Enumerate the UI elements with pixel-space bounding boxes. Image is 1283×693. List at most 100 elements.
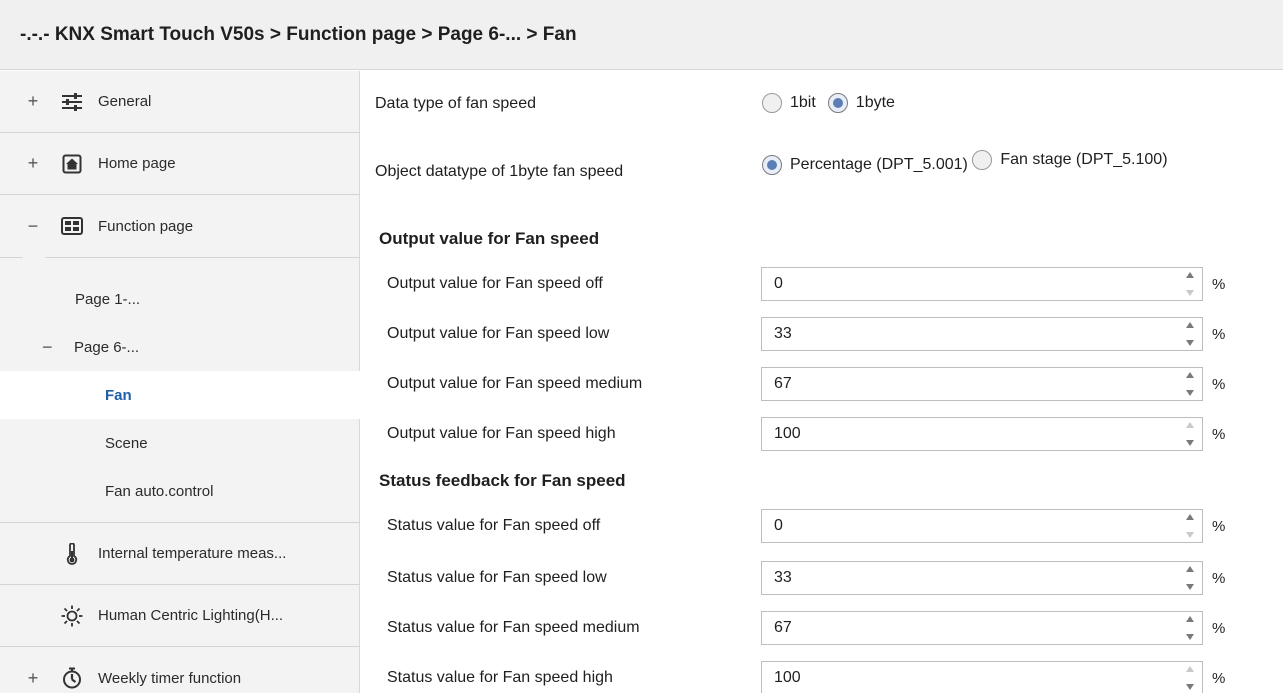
unit-label: %	[1212, 426, 1226, 443]
sidebar-item-label: Human Centric Lighting(H...	[98, 607, 284, 624]
timer-icon	[60, 667, 84, 689]
unit-label: %	[1212, 276, 1226, 293]
unit-label: %	[1212, 670, 1226, 687]
output-medium-label: Output value for Fan speed medium	[387, 375, 643, 392]
spinner-down-icon[interactable]	[1186, 440, 1194, 446]
status-medium-field[interactable]: 67	[761, 611, 1203, 645]
sidebar-item-function-page[interactable]: − Function page	[0, 195, 360, 257]
spinner-up-icon[interactable]	[1186, 272, 1194, 278]
sidebar-item-human-centric-lighting[interactable]: Human Centric Lighting(H...	[0, 585, 360, 647]
sidebar-subitem-page-1[interactable]: Page 1-...	[0, 275, 360, 323]
collapse-icon[interactable]: −	[42, 337, 62, 358]
spinner-up-icon[interactable]	[1186, 322, 1194, 328]
spinner[interactable]	[1184, 514, 1196, 538]
output-off-label: Output value for Fan speed off	[387, 275, 603, 292]
field-value: 100	[774, 669, 801, 686]
object-datatype-label: Object datatype of 1byte fan speed	[375, 163, 624, 180]
sidebar-subitem-label: Fan auto.control	[105, 482, 214, 500]
radio-label: Percentage (DPT_5.001)	[790, 156, 968, 173]
status-off-label: Status value for Fan speed off	[387, 517, 601, 534]
spinner-down-icon[interactable]	[1186, 290, 1194, 296]
field-value: 100	[774, 425, 801, 442]
field-value: 0	[774, 517, 783, 534]
sidebar: + General + Home page − Function page Pa…	[0, 71, 362, 693]
expand-icon[interactable]: +	[22, 91, 44, 112]
spinner[interactable]	[1184, 422, 1196, 446]
radio-fan-stage[interactable]: Fan stage (DPT_5.100)	[972, 147, 1168, 173]
spinner-up-icon[interactable]	[1186, 372, 1194, 378]
sidebar-item-weekly-timer[interactable]: + Weekly timer function	[0, 647, 360, 693]
output-medium-field[interactable]: 67	[761, 367, 1203, 401]
output-low-label: Output value for Fan speed low	[387, 325, 610, 342]
grid-icon	[60, 215, 84, 237]
home-icon	[60, 153, 84, 175]
unit-label: %	[1212, 620, 1226, 637]
radio-circle	[762, 155, 782, 175]
radio-label: Fan stage (DPT_5.100)	[1000, 151, 1168, 168]
spinner[interactable]	[1184, 666, 1196, 690]
radio-1bit[interactable]: 1bit	[762, 93, 816, 113]
spinner-down-icon[interactable]	[1186, 390, 1194, 396]
spinner[interactable]	[1184, 616, 1196, 640]
sidebar-subitem-page-6[interactable]: − Page 6-...	[0, 323, 360, 371]
sidebar-subitem-label: Page 1-...	[75, 290, 141, 308]
sliders-icon	[60, 91, 84, 113]
sidebar-subitem-scene[interactable]: Scene	[0, 419, 360, 467]
sidebar-subitem-label: Fan	[105, 386, 132, 404]
status-off-field[interactable]: 0	[761, 509, 1203, 543]
radio-1byte[interactable]: 1byte	[827, 93, 895, 113]
data-type-label: Data type of fan speed	[375, 95, 536, 112]
collapse-icon[interactable]: −	[22, 216, 44, 237]
sidebar-subitem-fan[interactable]: Fan	[0, 371, 362, 419]
output-off-field[interactable]: 0	[761, 267, 1203, 301]
field-value: 0	[774, 275, 783, 292]
status-low-field[interactable]: 33	[761, 561, 1203, 595]
spinner-down-icon[interactable]	[1186, 684, 1194, 690]
sidebar-item-home-page[interactable]: + Home page	[0, 133, 360, 195]
sidebar-item-label: Function page	[98, 217, 194, 235]
status-high-field[interactable]: 100	[761, 661, 1203, 693]
sidebar-item-general[interactable]: + General	[0, 71, 360, 133]
sidebar-item-internal-temperature[interactable]: Internal temperature meas...	[0, 523, 360, 585]
data-type-radio-group: 1bit 1byte	[762, 93, 895, 113]
spinner-up-icon[interactable]	[1186, 514, 1194, 520]
expand-icon[interactable]: +	[22, 668, 44, 689]
expand-icon[interactable]: +	[22, 153, 44, 174]
parameter-panel: Data type of fan speed 1bit 1byte Object…	[362, 71, 1283, 693]
sidebar-subitem-label: Scene	[105, 434, 148, 452]
sidebar-item-label: General	[98, 93, 152, 110]
unit-label: %	[1212, 326, 1226, 343]
spinner[interactable]	[1184, 372, 1196, 396]
radio-circle	[972, 150, 993, 170]
spinner[interactable]	[1184, 322, 1196, 346]
output-high-field[interactable]: 100	[761, 417, 1203, 451]
radio-circle	[762, 93, 782, 113]
sidebar-subitem-fan-auto-control[interactable]: Fan auto.control	[0, 467, 360, 515]
spinner-down-icon[interactable]	[1186, 584, 1194, 590]
object-datatype-radio-group: Percentage (DPT_5.001) Fan stage (DPT_5.…	[762, 145, 1168, 178]
spinner-down-icon[interactable]	[1186, 340, 1194, 346]
spinner-up-icon[interactable]	[1186, 616, 1194, 622]
output-high-label: Output value for Fan speed high	[387, 425, 616, 442]
spinner[interactable]	[1184, 566, 1196, 590]
status-medium-label: Status value for Fan speed medium	[387, 619, 640, 636]
output-low-field[interactable]: 33	[761, 317, 1203, 351]
spinner-down-icon[interactable]	[1186, 634, 1194, 640]
spinner-up-icon[interactable]	[1186, 566, 1194, 572]
unit-label: %	[1212, 518, 1226, 535]
spinner-up-icon[interactable]	[1186, 422, 1194, 428]
radio-circle	[827, 93, 848, 113]
spinner-up-icon[interactable]	[1186, 666, 1194, 672]
spinner-down-icon[interactable]	[1186, 532, 1194, 538]
unit-label: %	[1212, 376, 1226, 393]
spinner[interactable]	[1184, 272, 1196, 296]
status-high-label: Status value for Fan speed high	[387, 669, 613, 686]
radio-percentage[interactable]: Percentage (DPT_5.001)	[762, 152, 968, 178]
status-low-label: Status value for Fan speed low	[387, 569, 607, 586]
output-section-title: Output value for Fan speed	[379, 229, 600, 248]
window-title: -.-.- KNX Smart Touch V50s > Function pa…	[0, 0, 1283, 70]
notch	[22, 257, 46, 267]
field-value: 33	[774, 325, 792, 342]
sidebar-item-label: Internal temperature meas...	[98, 545, 287, 562]
radio-label: 1bit	[790, 94, 816, 111]
